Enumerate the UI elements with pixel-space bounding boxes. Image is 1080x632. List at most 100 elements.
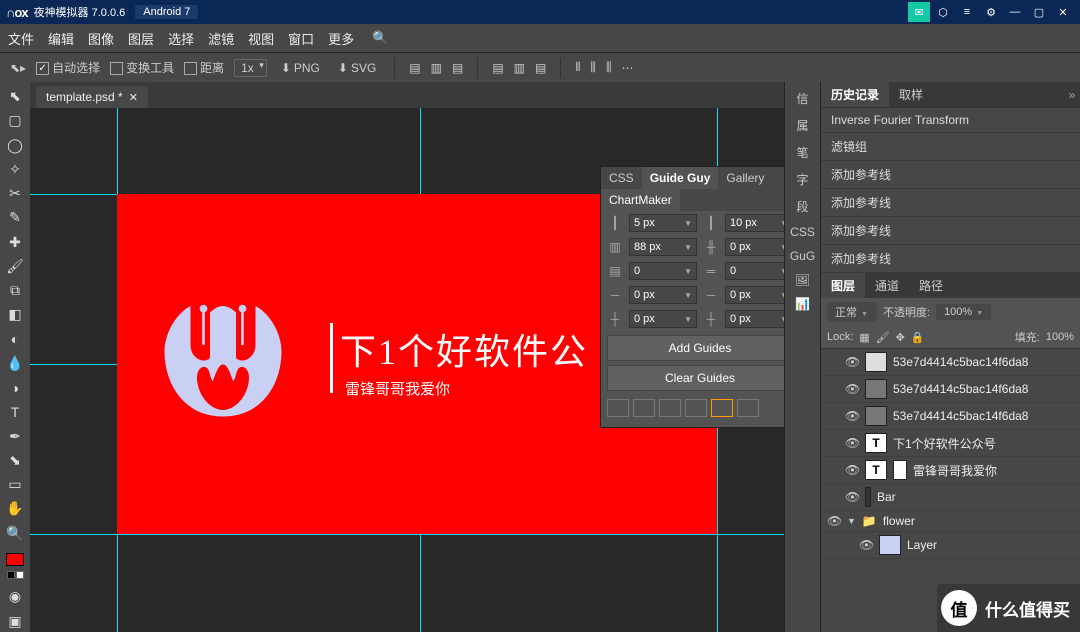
top-input[interactable]: 0 px [629, 286, 697, 304]
preset-6[interactable] [737, 399, 759, 417]
dodge-tool[interactable]: ◑ [3, 377, 27, 398]
layer-row[interactable]: 👁53e7d4414c5bac14f6da8 [821, 376, 1080, 403]
layer-row[interactable]: 👁53e7d4414c5bac14f6da8 [821, 403, 1080, 430]
path-tool[interactable]: ⬊ [3, 450, 27, 471]
history-tab[interactable]: 历史记录 [821, 82, 889, 107]
menu-button[interactable]: ≡ [956, 2, 978, 22]
heal-tool[interactable]: ✚ [3, 232, 27, 253]
preset-3[interactable] [659, 399, 681, 417]
visibility-icon[interactable]: 👁 [827, 514, 841, 528]
close-button[interactable]: ✕ [1052, 2, 1074, 22]
gradient-tool[interactable]: ◐ [3, 329, 27, 350]
history-item[interactable]: 添加参考线 [821, 189, 1080, 217]
channels-tab[interactable]: 通道 [865, 273, 909, 298]
paths-tab[interactable]: 路径 [909, 273, 953, 298]
zoom-dropdown[interactable]: 1x [234, 59, 267, 77]
expand-icon[interactable]: ▼ [847, 516, 856, 526]
history-item[interactable]: 添加参考线 [821, 161, 1080, 189]
preset-5[interactable] [711, 399, 733, 417]
menu-more[interactable]: 更多 [328, 29, 354, 48]
right-input[interactable]: 10 px [725, 214, 784, 232]
menu-image[interactable]: 图像 [88, 29, 114, 48]
voff-input[interactable]: 0 px [725, 310, 784, 328]
distribute-h-icon[interactable]: ⫴ [575, 60, 580, 75]
layer-folder-row[interactable]: 👁▼📁flower [821, 511, 1080, 532]
menu-select[interactable]: 选择 [168, 29, 194, 48]
shape-tool[interactable]: ▭ [3, 474, 27, 495]
rows-input[interactable]: 0 [629, 262, 697, 280]
distribute-spacing-icon[interactable]: ⫼ [606, 60, 612, 75]
panel-tab-guideguy[interactable]: Guide Guy [642, 167, 719, 189]
guide-guy-panel[interactable]: CSS Guide Guy Gallery ChartMaker ┃5 px┃1… [600, 166, 784, 428]
more-align-icon[interactable]: ⋯ [621, 61, 633, 75]
distribute-v-icon[interactable]: ⫼ [590, 60, 596, 75]
panel-shortcut-para[interactable]: 段 [796, 198, 808, 215]
clear-guides-button[interactable]: Clear Guides [607, 365, 784, 391]
stamp-tool[interactable]: ⧉ [3, 280, 27, 301]
maximize-button[interactable]: ▢ [1028, 2, 1050, 22]
close-tab-icon[interactable]: ✕ [129, 91, 138, 104]
panel-shortcut-brush[interactable]: 笔 [796, 144, 808, 161]
menu-file[interactable]: 文件 [8, 29, 34, 48]
panel-tab-chartmaker[interactable]: ChartMaker [601, 189, 680, 211]
align-center-h-icon[interactable]: ▥ [431, 61, 442, 75]
guide-horizontal[interactable] [30, 534, 784, 535]
gutter-input[interactable]: 0 px [725, 238, 784, 256]
brush-tool[interactable]: 🖌 [3, 256, 27, 277]
wand-tool[interactable]: ✧ [3, 159, 27, 180]
panel-shortcut-info[interactable]: 信 [796, 90, 808, 107]
pen-tool[interactable]: ✒ [3, 426, 27, 447]
preset-2[interactable] [633, 399, 655, 417]
align-top-icon[interactable]: ▤ [492, 61, 503, 75]
preset-4[interactable] [685, 399, 707, 417]
blend-mode-dropdown[interactable]: 正常 [827, 302, 877, 322]
align-bottom-icon[interactable]: ▤ [535, 61, 546, 75]
align-center-v-icon[interactable]: ▥ [514, 61, 525, 75]
layers-tab[interactable]: 图层 [821, 273, 865, 298]
eyedropper-tool[interactable]: ✎ [3, 207, 27, 228]
collapse-icon[interactable]: » [1064, 82, 1080, 107]
lock-pixels-icon[interactable]: 🖌 [876, 331, 890, 344]
lock-all-icon[interactable]: 🔒 [911, 331, 925, 344]
eraser-tool[interactable]: ◧ [3, 304, 27, 325]
panel-tab-css[interactable]: CSS [601, 167, 642, 189]
visibility-icon[interactable]: 👁 [859, 538, 873, 552]
panel-shortcut-histogram-icon[interactable]: 📊 [795, 297, 810, 311]
menu-view[interactable]: 视图 [248, 29, 274, 48]
screenmode-tool[interactable]: ▣ [3, 611, 27, 632]
move-tool[interactable]: ⬉ [3, 86, 27, 107]
layer-row[interactable]: 👁T雷锋哥哥我爱你 [821, 457, 1080, 484]
document-tab[interactable]: template.psd * ✕ [36, 86, 148, 108]
rowgutter-input[interactable]: 0 [725, 262, 784, 280]
lasso-tool[interactable]: ◯ [3, 135, 27, 156]
fill-input[interactable]: 100% [1046, 331, 1074, 343]
preset-1[interactable] [607, 399, 629, 417]
hoff-input[interactable]: 0 px [629, 310, 697, 328]
settings-button[interactable]: ⚙ [980, 2, 1002, 22]
menu-edit[interactable]: 编辑 [48, 29, 74, 48]
history-item[interactable]: Inverse Fourier Transform [821, 108, 1080, 133]
marquee-tool[interactable]: ▢ [3, 110, 27, 131]
crop-tool[interactable]: ✂ [3, 183, 27, 204]
menu-filter[interactable]: 滤镜 [208, 29, 234, 48]
history-item[interactable]: 添加参考线 [821, 217, 1080, 245]
quickmask-tool[interactable]: ◉ [3, 586, 27, 607]
layer-row[interactable]: 👁Layer [821, 532, 1080, 559]
auto-select-checkbox[interactable]: 自动选择 [36, 59, 100, 76]
export-png-button[interactable]: ⬇ PNG [277, 59, 324, 77]
move-tool-icon[interactable]: ⬉▸ [10, 61, 26, 75]
minimize-button[interactable]: — [1004, 2, 1026, 22]
background-color[interactable] [7, 571, 24, 579]
hand-tool[interactable]: ✋ [3, 498, 27, 519]
visibility-icon[interactable]: 👁 [845, 382, 859, 396]
transform-checkbox[interactable]: 变换工具 [110, 59, 174, 76]
visibility-icon[interactable]: 👁 [845, 436, 859, 450]
layer-row[interactable]: 👁T下1个好软件公众号 [821, 430, 1080, 457]
opacity-input[interactable]: 100% [936, 304, 991, 320]
add-guides-button[interactable]: Add Guides [607, 335, 784, 361]
cols-input[interactable]: 88 px [629, 238, 697, 256]
layer-row[interactable]: 👁Bar [821, 484, 1080, 511]
panel-shortcut-props[interactable]: 属 [796, 117, 808, 134]
lock-transparent-icon[interactable]: ▦ [859, 331, 869, 344]
distance-checkbox[interactable]: 距离 [184, 59, 224, 76]
